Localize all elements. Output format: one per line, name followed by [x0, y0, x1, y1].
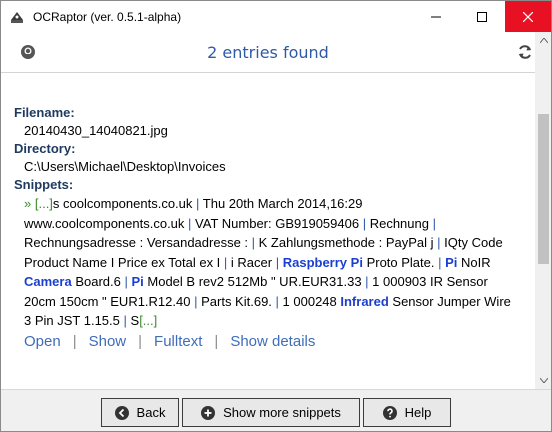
action-separator: | — [214, 332, 219, 350]
result-entry: Filename: 20140430_14040821.jpg Director… — [1, 73, 535, 378]
back-label: Back — [136, 405, 166, 420]
refresh-icon[interactable] — [517, 44, 533, 60]
scroll-down-button[interactable] — [535, 372, 551, 389]
action-separator: | — [138, 332, 143, 350]
back-button[interactable]: Back — [101, 398, 179, 427]
close-icon — [523, 11, 533, 22]
results-header: 2 entries found — [1, 32, 535, 72]
chevron-up-icon — [539, 38, 548, 43]
snippet-segment: K Zahlungsmethode : PayPal j — [255, 235, 438, 250]
app-window: OCRaptor (ver. 0.5.1-alpha) 2 entries fo… — [0, 0, 552, 432]
snippets-label: Snippets: — [14, 177, 74, 192]
scroll-up-button[interactable] — [535, 32, 551, 49]
snippet-segment: Parts Kit.69. — [197, 293, 276, 309]
snippet-segment: Rechnungsadresse : Versandadresse : — [24, 235, 252, 250]
snippet-segment: 1 000248 — [278, 293, 341, 309]
snippet-segment: NoIR — [457, 254, 491, 270]
plus-icon — [201, 405, 216, 420]
snippet-text: » [...]s coolcomponents.co.uk | Thu 20th… — [14, 194, 520, 331]
maximize-icon — [477, 11, 487, 22]
snippet-segment: S — [126, 313, 140, 328]
directory-value: C:\Users\Michael\Desktop\Invoices — [24, 159, 226, 174]
snippet-separator: | — [432, 215, 436, 231]
open-link[interactable]: Open — [24, 333, 61, 350]
close-button[interactable] — [505, 1, 551, 32]
show-link[interactable]: Show — [89, 333, 127, 350]
filename-label: Filename: — [14, 105, 75, 120]
minimize-icon — [431, 16, 441, 17]
help-label: Help — [404, 405, 432, 420]
snippet-highlight: Camera — [24, 274, 72, 289]
vertical-scrollbar[interactable] — [535, 32, 551, 389]
snippet-highlight: Pi — [350, 254, 363, 270]
snippet-segment: s coolcomponents.co.uk — [52, 196, 196, 211]
fulltext-link[interactable]: Fulltext — [154, 333, 202, 350]
snippet-segment: Board.6 — [71, 274, 125, 289]
github-icon[interactable] — [20, 44, 36, 60]
show-more-snippets-button[interactable]: Show more snippets — [182, 398, 360, 427]
action-separator: | — [72, 332, 77, 350]
show-details-link[interactable]: Show details — [230, 333, 315, 350]
show-more-label: Show more snippets — [223, 405, 341, 420]
snippet-segment: Rechnung — [366, 215, 433, 231]
minimize-button[interactable] — [413, 1, 459, 32]
snippet-segment: Proto Plate. — [362, 254, 439, 270]
help-button[interactable]: Help — [363, 398, 451, 427]
snippet-highlight: Raspberry — [282, 254, 348, 270]
snippet-highlight: Pi — [131, 274, 144, 289]
snippet-segment: i Racer — [227, 254, 276, 270]
results-count: 2 entries found — [207, 42, 329, 62]
snippet-segment: Model B rev2 512Mb " UR.EUR31.33 — [143, 274, 366, 289]
chevron-down-icon — [539, 378, 548, 383]
window-title: OCRaptor (ver. 0.5.1-alpha) — [33, 9, 182, 24]
entry-actions: Open | Show | Fulltext | Show details — [14, 332, 535, 352]
title-bar: OCRaptor (ver. 0.5.1-alpha) — [1, 1, 551, 32]
snippet-separator: | — [438, 254, 442, 270]
window-controls — [413, 1, 551, 32]
help-icon — [382, 405, 397, 420]
directory-label: Directory: — [14, 141, 76, 156]
snippet-ellipsis: [...] — [139, 313, 158, 328]
snippet-bullet: » — [24, 196, 32, 211]
app-icon — [9, 9, 25, 25]
snippet-segment: VAT Number: GB919059406 — [191, 215, 363, 231]
filename-value: 20140430_14040821.jpg — [24, 123, 168, 138]
snippet-ellipsis: [...] — [34, 196, 53, 211]
maximize-button[interactable] — [459, 1, 505, 32]
footer-bar: Back Show more snippets Help — [1, 389, 551, 431]
back-icon — [114, 405, 129, 420]
scroll-thumb[interactable] — [538, 114, 549, 264]
snippet-highlight: Infrared — [340, 293, 389, 309]
snippet-highlight: Pi — [445, 254, 458, 270]
